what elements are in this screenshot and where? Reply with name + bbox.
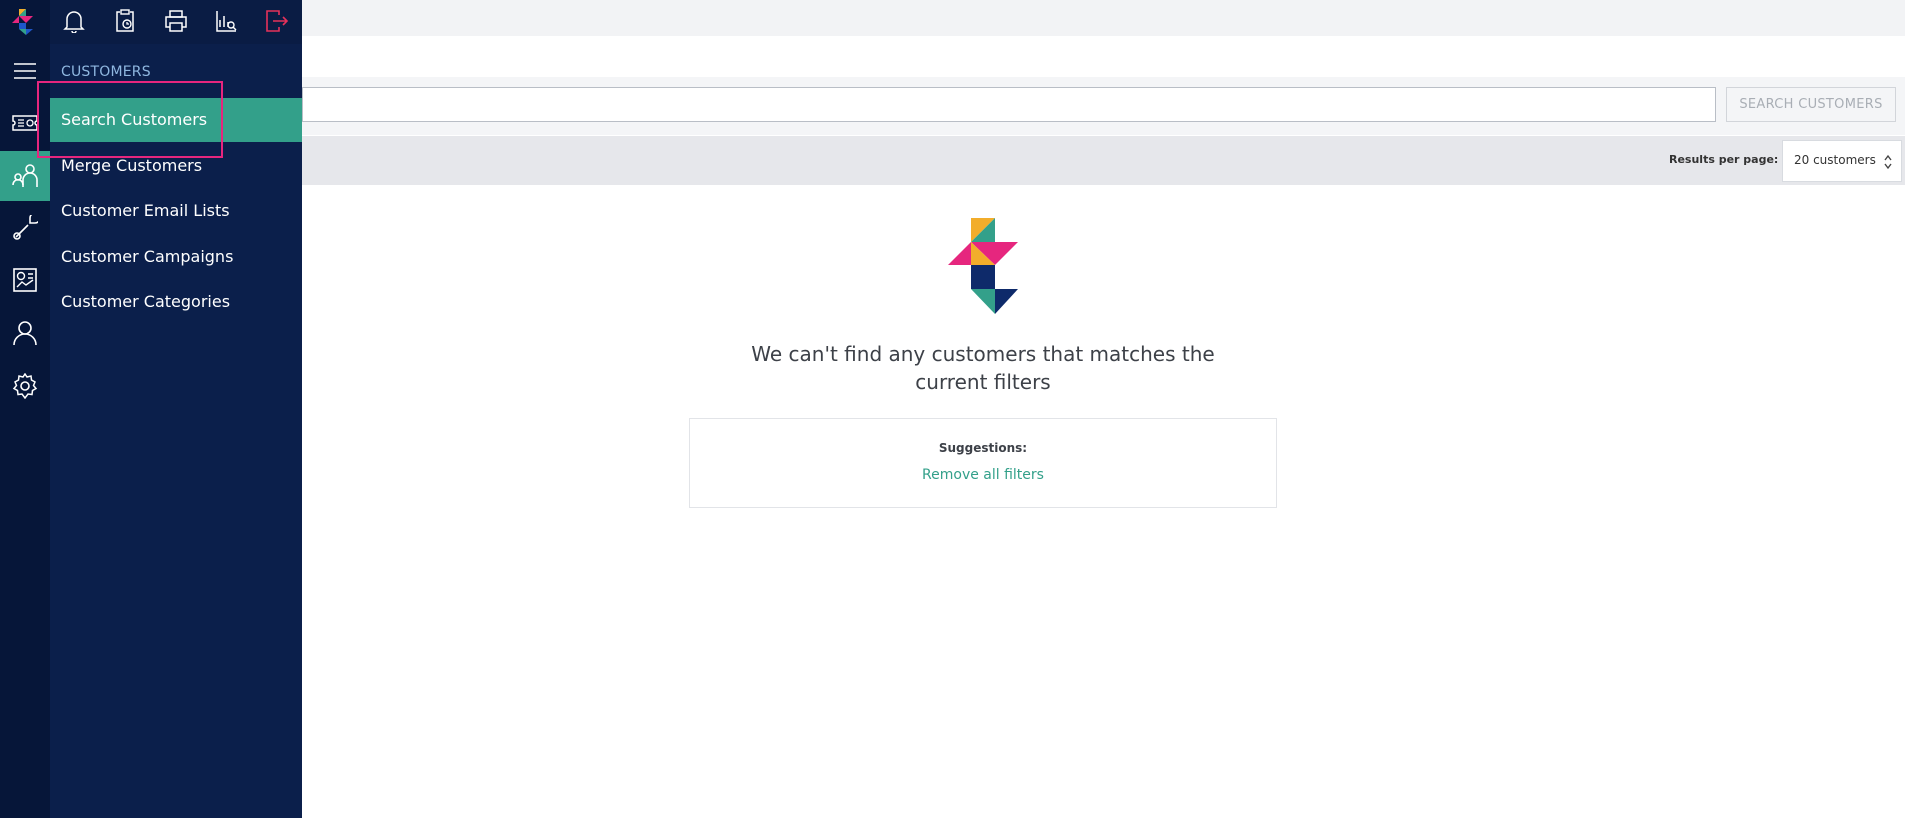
menu-item-customer-campaigns[interactable]: Customer Campaigns: [50, 235, 302, 279]
brand-logo-icon[interactable]: [12, 9, 34, 35]
suggestions-box: Suggestions: Remove all filters: [689, 418, 1277, 508]
ticket-icon[interactable]: [0, 98, 50, 148]
remove-all-filters-link[interactable]: Remove all filters: [690, 467, 1276, 483]
chart-report-icon[interactable]: [213, 8, 239, 34]
menu-item-customer-email-lists[interactable]: Customer Email Lists: [50, 189, 302, 233]
menu-item-customer-categories[interactable]: Customer Categories: [50, 280, 302, 324]
bell-icon[interactable]: [61, 8, 87, 34]
customers-flyout-menu: CUSTOMERS Search Customers Merge Custome…: [50, 0, 302, 818]
flyout-toolbar: [50, 0, 302, 44]
wrench-icon[interactable]: [0, 203, 50, 253]
hamburger-menu-icon[interactable]: [0, 46, 50, 96]
results-toolbar: [302, 136, 1905, 185]
brand-logo-large: [948, 218, 1018, 314]
icon-rail: [0, 0, 50, 818]
results-per-page-value: 20 customers: [1794, 153, 1876, 167]
top-strip: [302, 0, 1905, 36]
report-icon[interactable]: [0, 255, 50, 305]
suggestions-title: Suggestions:: [938, 441, 1028, 455]
results-per-page-select[interactable]: 20 customers: [1782, 140, 1902, 182]
clipboard-clock-icon[interactable]: [112, 8, 138, 34]
app-root: SEARCH CUSTOMERS Results per page: 20 cu…: [0, 0, 1905, 818]
printer-icon[interactable]: [163, 8, 189, 34]
customers-icon[interactable]: [0, 151, 50, 201]
gear-icon[interactable]: [0, 361, 50, 411]
search-customers-button[interactable]: SEARCH CUSTOMERS: [1726, 87, 1896, 122]
select-arrows-icon: [1884, 154, 1892, 170]
search-input[interactable]: [302, 87, 1716, 122]
logout-icon[interactable]: [264, 8, 290, 34]
section-title: CUSTOMERS: [61, 64, 151, 80]
user-icon[interactable]: [0, 308, 50, 358]
menu-item-merge-customers[interactable]: Merge Customers: [50, 144, 302, 188]
empty-state-message: We can't find any customers that matches…: [751, 342, 1215, 394]
menu-item-search-customers[interactable]: Search Customers: [50, 98, 302, 142]
results-per-page-label: Results per page:: [1669, 153, 1779, 166]
